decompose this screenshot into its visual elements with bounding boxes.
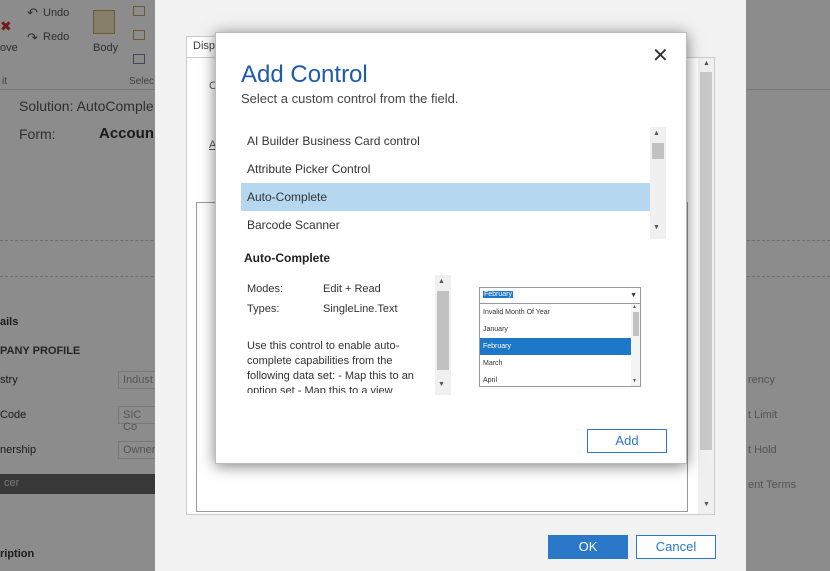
scroll-thumb[interactable]: [633, 312, 639, 336]
types-label: Types:: [247, 303, 280, 315]
preview-month-list: Invalid Month Of Year January February M…: [479, 303, 641, 387]
preview-selected-value: February: [483, 291, 514, 298]
dialog-title: Add Control: [241, 61, 368, 88]
cancel-button[interactable]: Cancel: [636, 535, 716, 559]
month-option-selected[interactable]: February: [480, 338, 633, 355]
dialog-subtitle: Select a custom control from the field.: [241, 91, 459, 106]
month-option[interactable]: January: [480, 321, 633, 338]
details-scrollbar[interactable]: ▲ ▼: [435, 275, 451, 395]
month-option[interactable]: March: [480, 355, 633, 372]
panel-scroll-down-icon[interactable]: ▼: [703, 501, 710, 508]
scroll-up-icon[interactable]: ▲: [438, 278, 445, 285]
month-option[interactable]: Invalid Month Of Year: [480, 304, 633, 321]
panel-scroll-up-icon[interactable]: ▲: [703, 60, 710, 67]
control-list-item[interactable]: AI Builder Business Card control: [241, 127, 665, 155]
chevron-down-icon[interactable]: ▼: [630, 292, 637, 299]
scroll-up-icon[interactable]: ▲: [632, 304, 637, 310]
control-list-item-selected[interactable]: Auto-Complete: [241, 183, 665, 211]
month-option[interactable]: April: [480, 372, 633, 386]
scroll-thumb[interactable]: [652, 143, 664, 159]
month-list-scrollbar[interactable]: ▲ ▼: [631, 304, 640, 386]
modes-label: Modes:: [247, 283, 284, 295]
panel-scroll-thumb[interactable]: [700, 72, 712, 450]
close-icon[interactable]: ✕: [652, 45, 669, 67]
scroll-down-icon[interactable]: ▼: [438, 381, 445, 388]
control-list-scrollbar[interactable]: ▲ ▼: [650, 127, 666, 239]
control-list: AI Builder Business Card control Attribu…: [241, 127, 665, 239]
details-title: Auto-Complete: [244, 251, 330, 265]
control-list-item[interactable]: Attribute Picker Control: [241, 155, 665, 183]
add-button[interactable]: Add: [587, 429, 667, 453]
scroll-down-icon[interactable]: ▼: [653, 224, 660, 231]
scroll-thumb[interactable]: [437, 291, 449, 370]
types-value: SingleLine.Text: [323, 303, 398, 315]
scroll-down-icon[interactable]: ▼: [632, 378, 637, 384]
scroll-up-icon[interactable]: ▲: [653, 130, 660, 137]
control-description: Use this control to enable auto-complete…: [247, 340, 414, 393]
modes-value: Edit + Read: [323, 283, 381, 295]
ok-button[interactable]: OK: [548, 535, 628, 559]
control-list-item[interactable]: Barcode Scanner: [241, 211, 665, 239]
preview-month-select[interactable]: February ▼: [479, 287, 641, 304]
add-control-dialog: ✕ Add Control Select a custom control fr…: [215, 32, 687, 464]
